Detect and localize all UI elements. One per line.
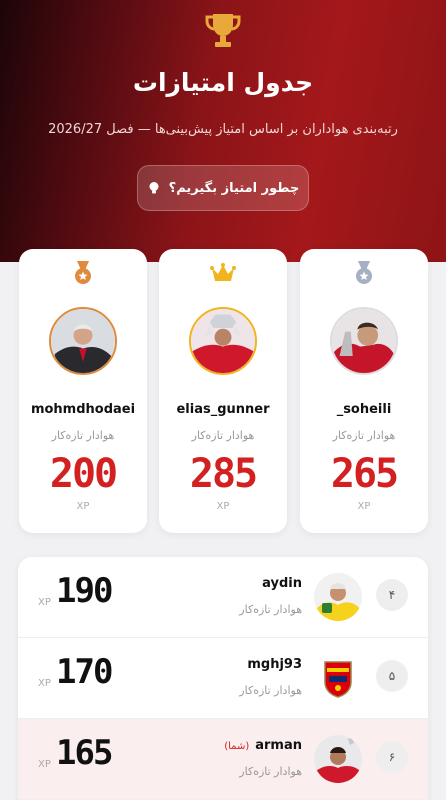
hero-header: جدول امتیازات رتبه‌بندی هواداران بر اساس… (0, 0, 446, 262)
leaderboard-points-unit: XP (38, 759, 51, 770)
avatar (314, 735, 362, 783)
leaderboard-username-wrap: arman (شما) (224, 738, 302, 753)
podium-points: 200 (49, 451, 118, 497)
rank-position: ۴ (376, 579, 408, 611)
trophy-icon (205, 14, 241, 47)
leaderboard-points-unit: XP (38, 678, 51, 689)
leaderboard-points: 170 (56, 652, 113, 692)
podium-points: 265 (330, 451, 399, 497)
podium-points: 285 (189, 451, 258, 497)
podium-card-first[interactable]: elias_gunner هوادار تازه‌کار 285 XP (159, 249, 287, 533)
silver-medal-icon (356, 261, 372, 284)
leaderboard-list: ۴ aydin هوادار تازه‌کار 190 XP ۵ (18, 557, 428, 800)
podium-username: _soheili (336, 402, 392, 417)
leaderboard-rank-title: هوادار تازه‌کار (239, 765, 302, 778)
avatar (314, 654, 362, 702)
leaderboard-username: arman (255, 738, 302, 753)
leaderboard-points: 165 (56, 733, 113, 773)
leaderboard-rank-title: هوادار تازه‌کار (239, 684, 302, 697)
leaderboard-rank-title: هوادار تازه‌کار (239, 603, 302, 616)
avatar (314, 573, 362, 621)
page-title: جدول امتیازات (132, 68, 314, 97)
podium-points-unit: XP (357, 501, 371, 512)
leaderboard-row[interactable]: ۵ mghj93 هوادار تازه‌کار 170 XP (18, 638, 428, 719)
podium-username: elias_gunner (176, 402, 270, 417)
avatar (189, 307, 257, 375)
leaderboard-points: 190 (56, 571, 113, 611)
how-to-earn-label: چطور امتیاز بگیریم؟ (168, 180, 300, 196)
podium-rank-title: هوادار تازه‌کار (51, 429, 115, 442)
leaderboard-row[interactable]: ۴ aydin هوادار تازه‌کار 190 XP (18, 557, 428, 638)
podium-rank-title: هوادار تازه‌کار (191, 429, 255, 442)
podium-rank-title: هوادار تازه‌کار (332, 429, 396, 442)
leaderboard-points-unit: XP (38, 597, 51, 608)
lightbulb-icon (149, 182, 159, 194)
bronze-medal-icon (75, 261, 91, 284)
leaderboard-username: mghj93 (247, 657, 302, 672)
podium-card-second[interactable]: _soheili هوادار تازه‌کار 265 XP (300, 249, 428, 533)
podium-points-unit: XP (216, 501, 230, 512)
leaderboard-username: aydin (262, 576, 302, 591)
podium-card-third[interactable]: mohmdhodaei هوادار تازه‌کار 200 XP (19, 249, 147, 533)
crown-icon (210, 263, 236, 281)
leaderboard-username-wrap: mghj93 (247, 657, 302, 672)
avatar (330, 307, 398, 375)
leaderboard-row-current-user[interactable]: ۶ arman (شما) هوادار تازه‌کار 165 XP (18, 719, 428, 800)
current-user-tag: (شما) (224, 741, 250, 752)
avatar (49, 307, 117, 375)
leaderboard-username-wrap: aydin (262, 576, 302, 591)
rank-position: ۵ (376, 660, 408, 692)
podium-points-unit: XP (76, 501, 90, 512)
podium-username: mohmdhodaei (30, 402, 136, 417)
rank-position: ۶ (376, 741, 408, 773)
how-to-earn-button[interactable]: چطور امتیاز بگیریم؟ (137, 165, 309, 211)
page-subtitle: رتبه‌بندی هواداران بر اساس امتیاز پیش‌بی… (48, 122, 398, 137)
